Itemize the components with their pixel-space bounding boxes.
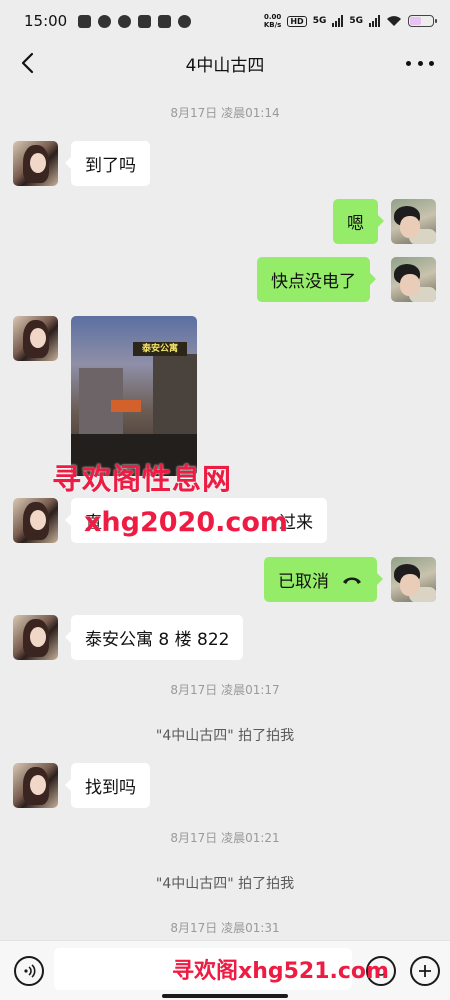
message-bubble-sent[interactable]: 嗯 xyxy=(333,199,384,244)
watermark-text: 寻欢阁性息网 xyxy=(52,462,233,496)
photo-building xyxy=(153,354,197,444)
weibo-icon xyxy=(118,14,132,28)
qq-icon xyxy=(78,14,92,28)
watermark-text: 寻欢阁xhg521.com xyxy=(172,959,389,984)
wifi-icon xyxy=(387,16,401,26)
message-bubble-received[interactable]: 泰安公寓 8 楼 822 xyxy=(64,615,244,660)
photo-shop-light xyxy=(111,400,141,412)
chat-title: 4中山古四 xyxy=(185,55,265,76)
call-status-text: 已取消 xyxy=(278,572,329,592)
browser-icon xyxy=(98,14,112,28)
contact-avatar[interactable] xyxy=(13,141,58,186)
battery-fill xyxy=(410,17,421,25)
timestamp: 8月17日 凌晨01:17 xyxy=(170,683,280,697)
more-dot-icon xyxy=(429,60,434,66)
timestamp: 8月17日 凌晨01:21 xyxy=(170,831,280,845)
watermark-text: xhg2020.com xyxy=(84,507,289,538)
contact-avatar[interactable] xyxy=(13,498,58,543)
my-avatar[interactable] xyxy=(391,199,436,244)
voice-input-button[interactable] xyxy=(14,956,44,986)
check-icon xyxy=(178,14,192,28)
photo-message[interactable]: 泰安公寓 xyxy=(71,316,197,476)
hd-badge: HD xyxy=(287,15,307,27)
call-cancelled-bubble[interactable]: 已取消 xyxy=(264,557,383,602)
my-avatar[interactable] xyxy=(391,257,436,302)
net-speed: 0.00 KB/s xyxy=(264,13,281,29)
timestamp: 8月17日 凌晨01:31 xyxy=(170,921,280,935)
more-dot-icon xyxy=(417,60,423,66)
add-button[interactable] xyxy=(410,956,440,986)
contact-avatar[interactable] xyxy=(13,763,58,808)
message-bubble-received[interactable]: 到了吗 xyxy=(65,141,150,186)
net-speed-unit: KB/s xyxy=(263,21,282,29)
network-label-2: 5G xyxy=(349,16,363,26)
tiktok-icon xyxy=(138,14,152,28)
photo-sign-text: 泰安公寓 xyxy=(133,342,187,356)
signal-icon-1 xyxy=(332,15,344,27)
plus-icon xyxy=(419,965,431,977)
my-avatar[interactable] xyxy=(391,557,436,602)
more-dot-icon xyxy=(406,60,411,66)
status-bar: 15:00 0.00 KB/s HD 5G 5G xyxy=(0,0,450,42)
chevron-left-icon xyxy=(21,52,34,74)
chat-header: 4中山古四 xyxy=(0,42,450,84)
net-speed-value: 0.00 xyxy=(263,13,282,21)
timestamp: 8月17日 凌晨01:14 xyxy=(170,106,280,120)
status-left: 15:00 xyxy=(24,12,192,30)
battery-icon xyxy=(408,15,437,27)
home-indicator xyxy=(162,994,288,998)
contact-avatar[interactable] xyxy=(13,615,58,660)
message-bubble-received[interactable]: 找到吗 xyxy=(65,763,150,808)
status-right: 0.00 KB/s HD 5G 5G xyxy=(264,13,437,29)
status-time: 15:00 xyxy=(24,12,68,30)
signal-icon-2 xyxy=(369,15,380,27)
back-button[interactable] xyxy=(14,49,42,77)
phone-hangup-icon xyxy=(343,577,361,584)
contact-avatar[interactable] xyxy=(13,316,58,361)
network-label-1: 5G xyxy=(312,16,327,26)
system-notice: "4中山古四" 拍了拍我 xyxy=(155,728,295,744)
message-bubble-sent[interactable]: 快点没电了 xyxy=(257,257,376,302)
voice-icon xyxy=(24,964,36,978)
app-icon xyxy=(158,14,172,28)
system-notice: "4中山古四" 拍了拍我 xyxy=(155,876,295,892)
more-options-button[interactable] xyxy=(406,51,434,75)
